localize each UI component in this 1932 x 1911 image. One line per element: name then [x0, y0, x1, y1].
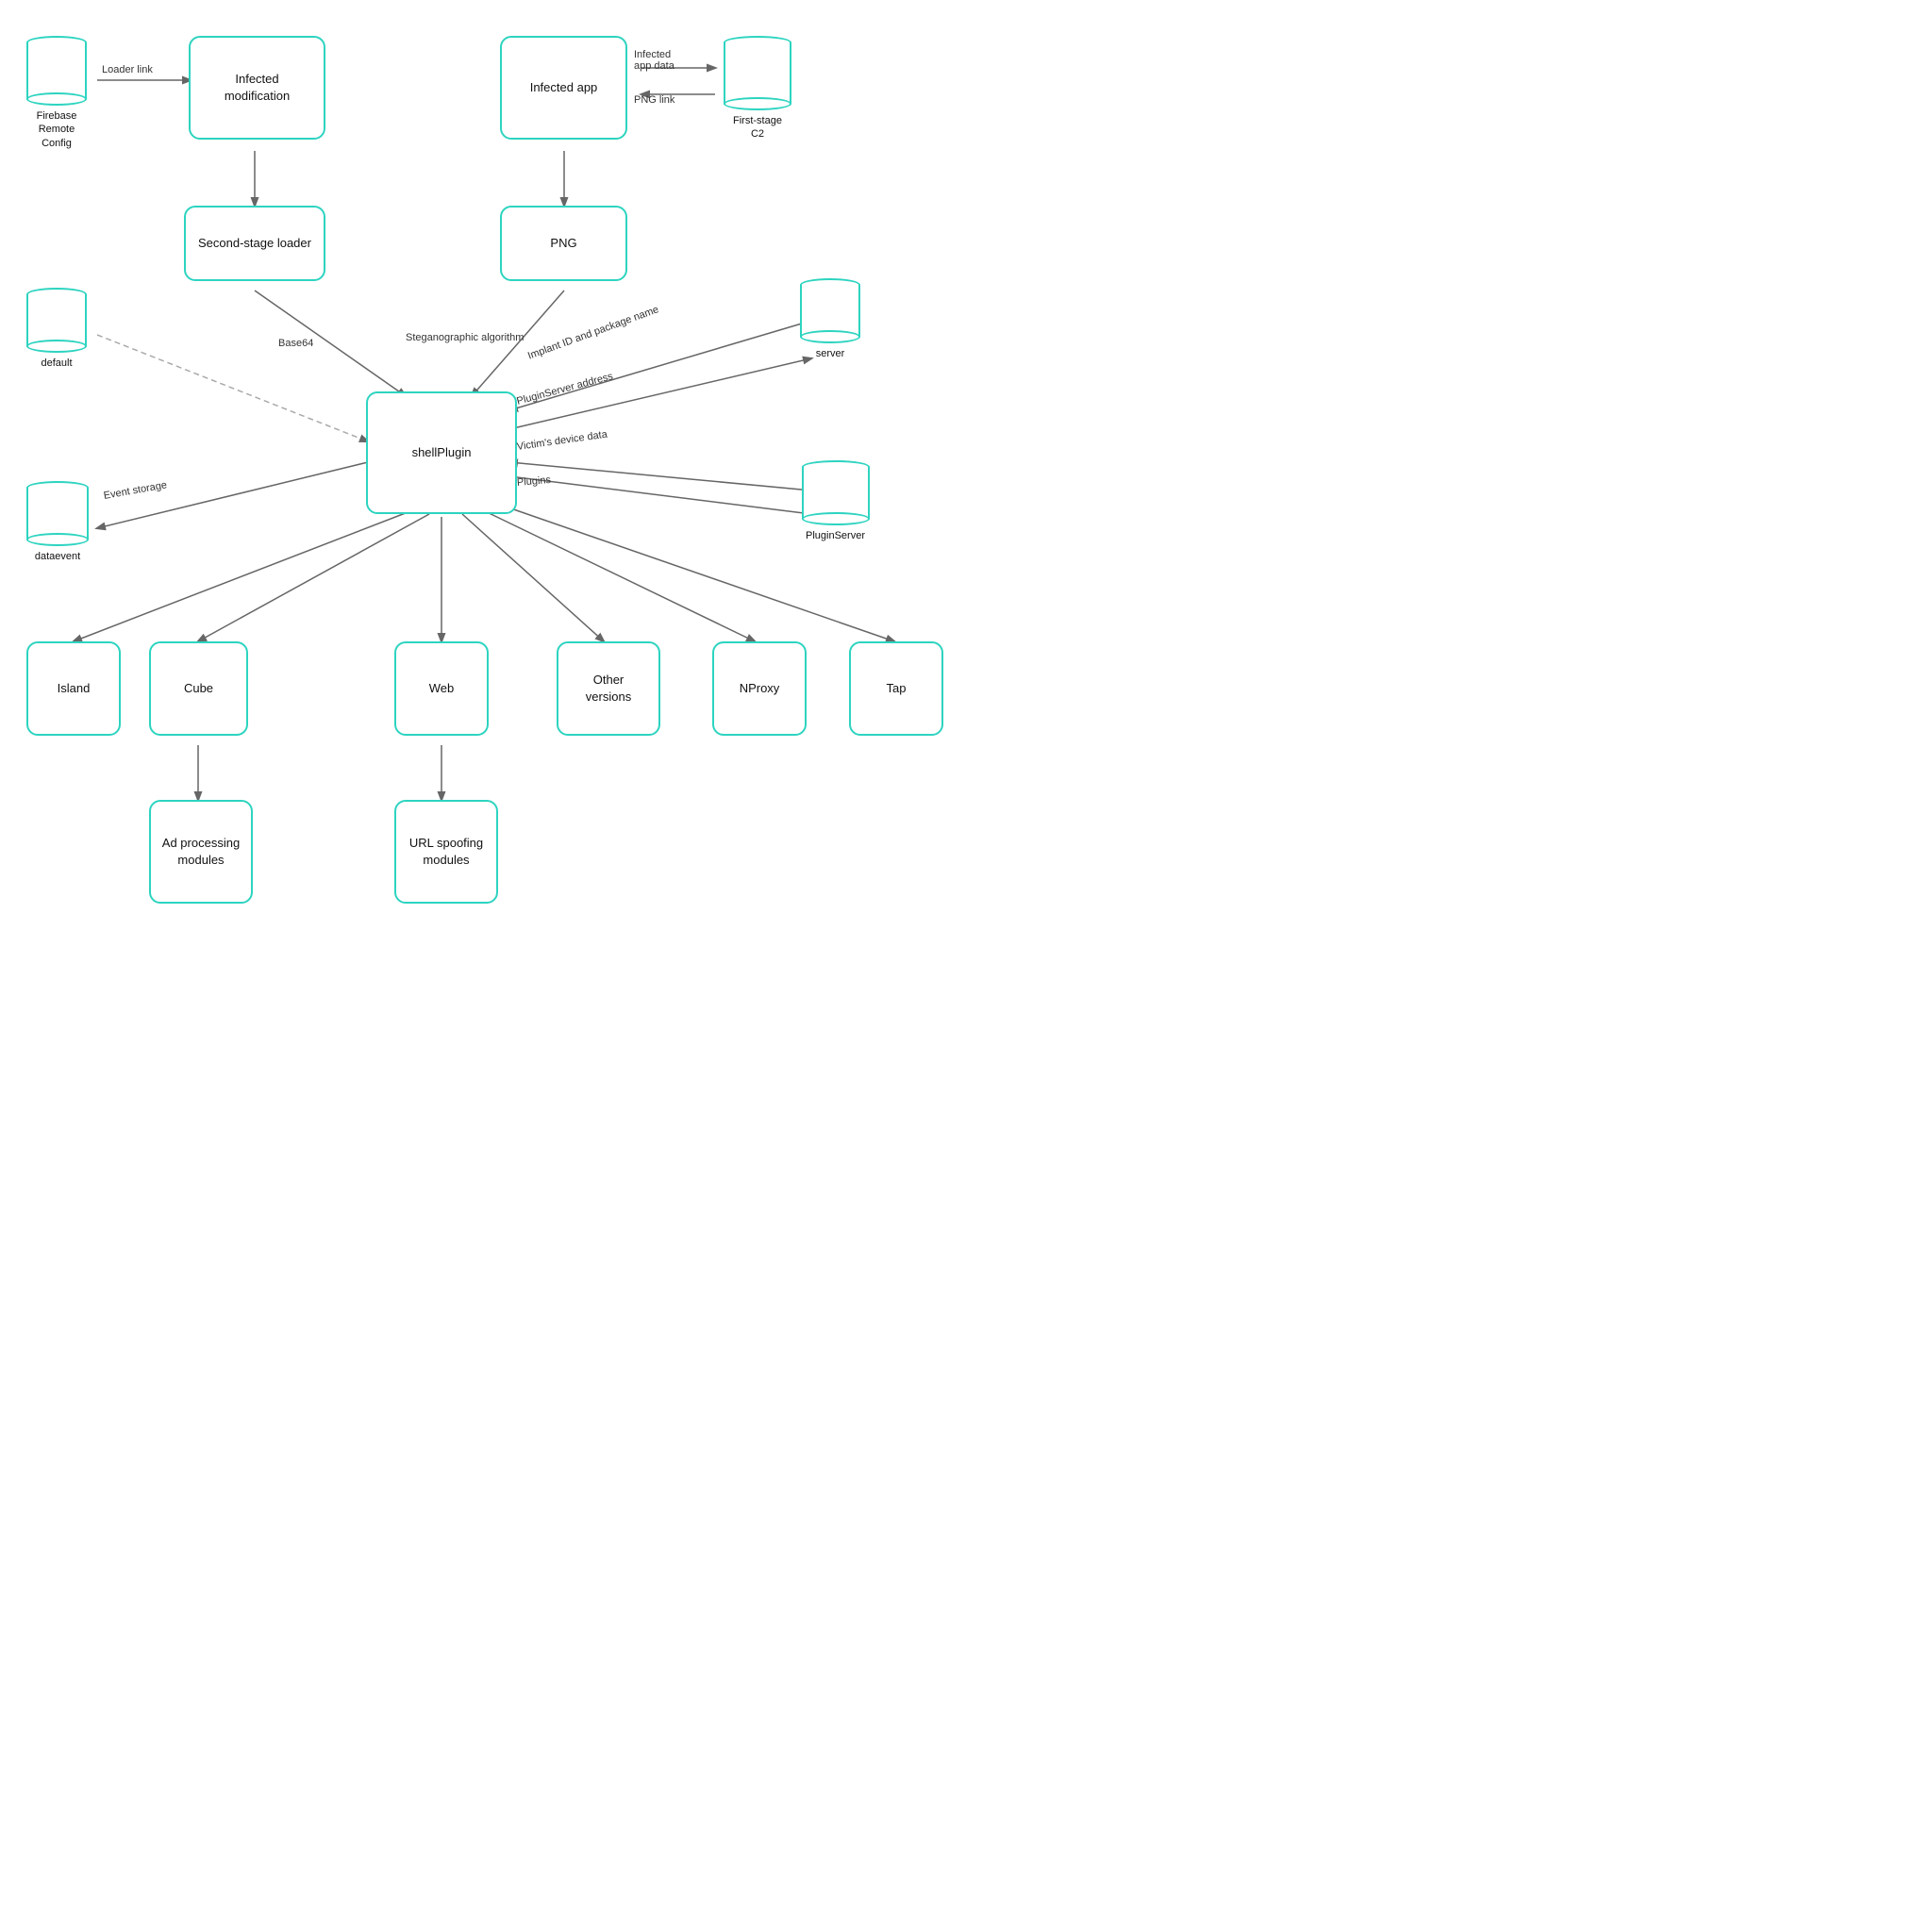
loader-link-label: Loader link: [102, 64, 153, 75]
dataevent-label: dataevent: [35, 550, 80, 563]
png-node: PNG: [500, 206, 627, 281]
ad-processing-node: Ad processingmodules: [149, 800, 253, 904]
second-stage-loader-node: Second-stage loader: [184, 206, 325, 281]
other-versions-label: Otherversions: [586, 672, 631, 706]
png-link-label: PNG link: [634, 94, 675, 106]
firebase-label: FirebaseRemoteConfig: [37, 109, 77, 150]
pluginserver-node: PluginServer: [791, 460, 880, 542]
firebase-node: FirebaseRemoteConfig: [19, 36, 94, 150]
other-versions-node: Otherversions: [557, 641, 660, 736]
ad-processing-label: Ad processingmodules: [162, 835, 240, 869]
plugins-label: Plugins: [516, 474, 551, 489]
server-node: server: [792, 278, 868, 360]
steganographic-label: Steganographic algorithm: [406, 332, 524, 343]
infected-app-node: Infected app: [500, 36, 627, 140]
png-label: PNG: [550, 235, 576, 252]
web-node: Web: [394, 641, 489, 736]
default-label: default: [41, 357, 72, 370]
first-stage-c2-node: First-stageC2: [715, 36, 800, 141]
infected-app-label: Infected app: [530, 79, 598, 96]
event-storage-label: Event storage: [103, 479, 168, 502]
first-stage-c2-label: First-stageC2: [733, 114, 782, 141]
cube-label: Cube: [184, 680, 213, 697]
island-label: Island: [58, 680, 91, 697]
tap-label: Tap: [887, 680, 907, 697]
cube-node: Cube: [149, 641, 248, 736]
island-node: Island: [26, 641, 121, 736]
base64-label: Base64: [278, 338, 313, 349]
infected-mod-node: Infectedmodification: [189, 36, 325, 140]
implant-id-label: Implant ID and package name: [526, 304, 660, 361]
tap-node: Tap: [849, 641, 943, 736]
architecture-diagram: FirebaseRemoteConfig Infectedmodificatio…: [0, 0, 966, 956]
web-label: Web: [429, 680, 455, 697]
infected-app-data-label: Infectedapp data: [634, 49, 675, 72]
victims-device-data-label: Victim's device data: [516, 429, 608, 453]
default-node: default: [19, 288, 94, 370]
nproxy-label: NProxy: [740, 680, 780, 697]
server-label: server: [816, 347, 845, 360]
shellplugin-label: shellPlugin: [412, 444, 472, 461]
dataevent-node: dataevent: [19, 481, 96, 563]
url-spoofing-node: URL spoofingmodules: [394, 800, 498, 904]
infected-mod-label: Infectedmodification: [225, 71, 290, 105]
pluginserver-address-label: PluginServer address: [515, 371, 614, 407]
shellplugin-node: shellPlugin: [366, 391, 517, 514]
url-spoofing-label: URL spoofingmodules: [409, 835, 483, 869]
second-stage-loader-label: Second-stage loader: [198, 235, 311, 252]
nproxy-node: NProxy: [712, 641, 807, 736]
pluginserver-label: PluginServer: [806, 529, 865, 542]
